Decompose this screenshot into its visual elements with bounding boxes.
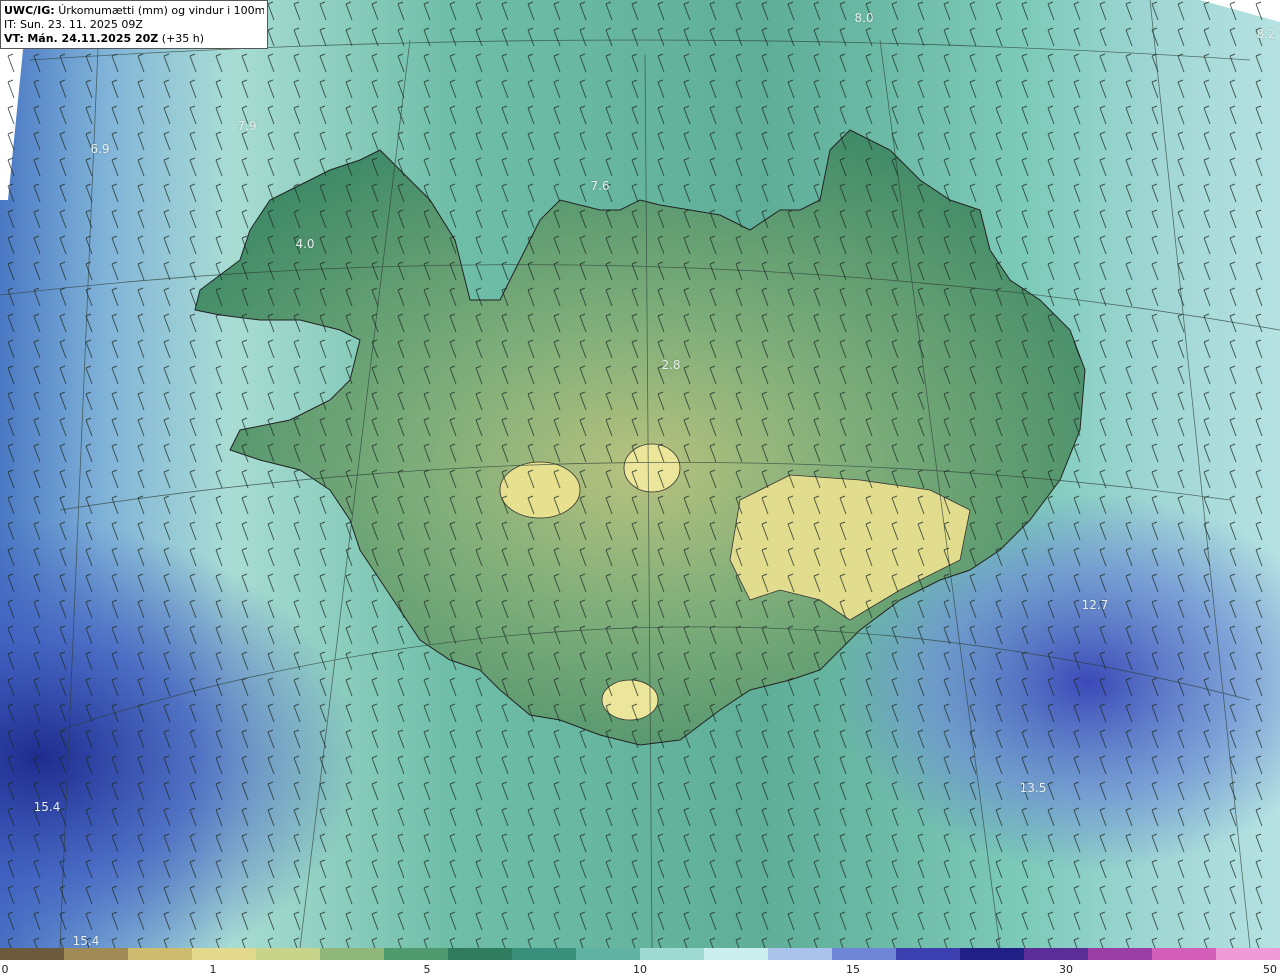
legend-tick: 5 (423, 963, 431, 976)
legend-color-segment (448, 948, 512, 960)
wind-barbs (0, 0, 1280, 948)
legend-colorbar (0, 948, 1280, 960)
legend-color-segment (384, 948, 448, 960)
legend-tick: 15 (846, 963, 860, 976)
legend-color-segment (768, 948, 832, 960)
valid-time: Mán. 24.11.2025 20Z (27, 32, 159, 45)
product-code: UWC/IG: (4, 4, 55, 17)
map-label: 2.8 (661, 358, 681, 372)
legend-tick: 50 (1263, 963, 1277, 976)
product-desc: Úrkomumætti (mm) og vindur i 100m hæð (58, 4, 264, 17)
valid-offset: (+35 h) (161, 32, 205, 45)
legend-color-segment (960, 948, 1024, 960)
color-legend: 0 1 5 10 15 30 50 (0, 948, 1280, 978)
map-label: 15.4 (72, 934, 100, 948)
legend-color-segment (1024, 948, 1088, 960)
map-label: 8.0 (854, 11, 874, 25)
legend-color-segment (64, 948, 128, 960)
legend-tick: 10 (633, 963, 647, 976)
map-label: 6.9 (90, 142, 110, 156)
legend-color-segment (128, 948, 192, 960)
map-label: 13.5 (1019, 781, 1047, 795)
precip-map (0, 0, 1280, 948)
map-label: 7.6 (590, 179, 610, 193)
legend-color-segment (1152, 948, 1216, 960)
legend-color-segment (1216, 948, 1280, 960)
init-time: IT: Sun. 23. 11. 2025 09Z (4, 18, 143, 31)
legend-color-segment (832, 948, 896, 960)
map-label: 4.0 (295, 237, 315, 251)
legend-color-segment (256, 948, 320, 960)
title-box: UWC/IG: Úrkomumætti (mm) og vindur i 100… (0, 0, 268, 49)
valid-prefix: VT: (4, 32, 24, 45)
legend-color-segment (1088, 948, 1152, 960)
legend-color-segment (640, 948, 704, 960)
legend-color-segment (512, 948, 576, 960)
legend-color-segment (896, 948, 960, 960)
legend-color-segment (0, 948, 64, 960)
legend-color-segment (704, 948, 768, 960)
map-label: 15.4 (33, 800, 61, 814)
legend-color-segment (320, 948, 384, 960)
legend-color-segment (576, 948, 640, 960)
legend-color-segment (192, 948, 256, 960)
legend-tick: 0 (1, 963, 9, 976)
map-label: 8.2 (1256, 27, 1276, 41)
map-label: 7.9 (237, 119, 257, 133)
map-label: 12.7 (1081, 598, 1109, 612)
legend-tick: 1 (209, 963, 217, 976)
legend-tick: 30 (1059, 963, 1073, 976)
